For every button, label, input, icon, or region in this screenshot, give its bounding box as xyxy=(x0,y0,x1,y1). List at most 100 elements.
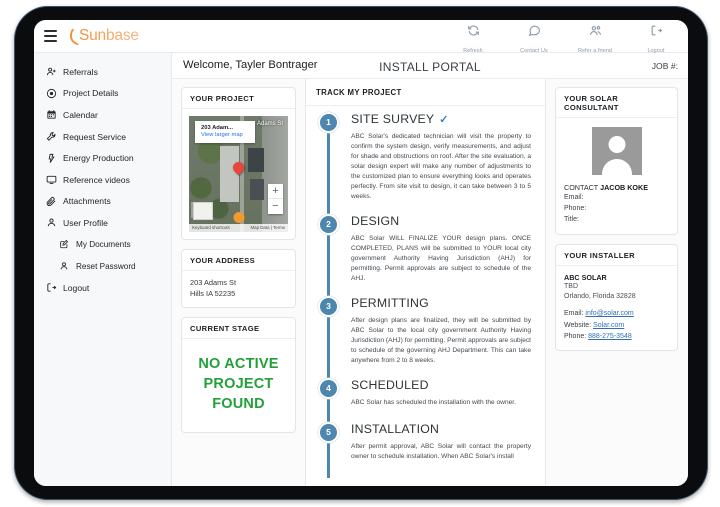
sidebar-item-reference-videos[interactable]: Reference videos xyxy=(34,169,171,191)
your-address-title: YOUR ADDRESS xyxy=(182,250,295,271)
sidebar-item-project-details[interactable]: Project Details xyxy=(34,83,171,105)
track-steps-scroll[interactable]: 1 SITE SURVEY ✓ ABC Solar's dedicated te… xyxy=(306,106,545,478)
job-number-label: JOB #: xyxy=(651,61,678,71)
sidebar-item-label: Reference videos xyxy=(63,174,130,185)
map-address-title: 203 Adam... xyxy=(201,125,234,131)
map-shortcuts-label: Keyboard shortcuts xyxy=(192,225,230,230)
wrench-icon xyxy=(46,131,57,142)
installer-email-row: Email: info@solar.com xyxy=(564,308,669,319)
sidebar-item-label: Referrals xyxy=(63,66,98,77)
map-terms-label: Map Data | Terms xyxy=(250,225,286,230)
user-plus-icon xyxy=(46,66,57,77)
sidebar-item-label: Attachments xyxy=(63,196,111,207)
page-title: INSTALL PORTAL xyxy=(379,60,481,74)
page-header: Welcome, Tayler Bontrager INSTALL PORTAL… xyxy=(172,53,688,79)
step-description: ABC Solar has scheduled the installation… xyxy=(351,399,516,407)
your-project-card: YOUR PROJECT Adams St 203 Adam... View l… xyxy=(181,87,296,240)
step-title-row: DESIGN xyxy=(351,214,531,228)
step-title-row: PERMITTING xyxy=(351,296,531,310)
monitor-icon xyxy=(46,174,57,185)
project-map[interactable]: Adams St 203 Adam... View larger map + − xyxy=(189,116,288,232)
sidebar-item-energy-production[interactable]: Energy Production xyxy=(34,147,171,169)
calendar-icon xyxy=(46,109,57,120)
step-description: After permit approval, ABC Solar will co… xyxy=(351,443,531,461)
step-number-badge: 1 xyxy=(318,112,339,133)
step-title: DESIGN xyxy=(351,214,400,229)
timeline-step: 2 DESIGN ABC Solar WILL FINALIZE YOUR de… xyxy=(306,214,545,284)
user-icon xyxy=(59,261,70,272)
installer-card: YOUR INSTALLER ABC SOLAR TBD Orlando, Fl… xyxy=(555,243,678,352)
app-logo[interactable]: Sunbase xyxy=(70,26,139,45)
sidebar-item-my-documents[interactable]: My Documents xyxy=(34,234,171,256)
step-description: ABC Solar's dedicated technician will vi… xyxy=(351,133,531,201)
step-title: PERMITTING xyxy=(351,296,429,311)
step-number-badge: 3 xyxy=(318,296,339,318)
paperclip-icon xyxy=(46,196,57,207)
map-info-window: 203 Adam... View larger map xyxy=(195,121,255,143)
sidebar-item-label: My Documents xyxy=(76,240,131,250)
sidebar-item-attachments[interactable]: Attachments xyxy=(34,191,171,213)
installer-phone-link[interactable]: 888-275-3548 xyxy=(588,333,632,340)
sidebar-item-label: Calendar xyxy=(63,109,98,120)
sidebar: Referrals Project Details Calendar Reque… xyxy=(34,53,172,486)
map-zoom-out-button[interactable]: − xyxy=(268,199,283,214)
sidebar-item-logout[interactable]: Logout xyxy=(34,277,171,299)
step-title: SCHEDULED xyxy=(351,378,429,393)
target-icon xyxy=(46,88,57,99)
map-zoom-in-button[interactable]: + xyxy=(268,184,283,199)
chat-icon xyxy=(510,24,558,37)
avatar-body-shape xyxy=(601,159,632,175)
timeline-step: 5 INSTALLATION After permit approval, AB… xyxy=(306,422,545,462)
hamburger-icon[interactable] xyxy=(44,30,57,42)
step-description: After design plans are finalized, they w… xyxy=(351,317,531,365)
step-description: ABC Solar WILL FINALIZE YOUR design plan… xyxy=(351,235,531,283)
right-column: YOUR SOLAR CONSULTANT CONTACT JACOB KOKE… xyxy=(546,79,687,486)
check-icon: ✓ xyxy=(439,113,449,126)
view-larger-map-link[interactable]: View larger map xyxy=(201,132,248,138)
installer-email-link[interactable]: info@solar.com xyxy=(585,310,633,317)
consultant-contact-row: CONTACT JACOB KOKE xyxy=(556,183,677,192)
avatar xyxy=(591,127,642,175)
sun-arc-icon xyxy=(70,26,79,45)
installer-company: ABC SOLAR xyxy=(564,272,607,282)
track-my-project-title: TRACK MY PROJECT xyxy=(306,79,545,106)
consultant-name: JACOB KOKE xyxy=(600,183,649,192)
sidebar-item-label: User Profile xyxy=(63,217,108,228)
your-address-body: 203 Adams St Hills IA 52235 xyxy=(182,271,295,307)
avatar-container xyxy=(556,118,677,183)
your-address-card: YOUR ADDRESS 203 Adams St Hills IA 52235 xyxy=(181,249,296,309)
map-provider-logo-icon xyxy=(233,212,244,223)
sidebar-item-calendar[interactable]: Calendar xyxy=(34,104,171,126)
timeline-step: 3 PERMITTING After design plans are fina… xyxy=(306,296,545,366)
people-icon xyxy=(571,24,619,37)
map-thumbnail-toggle[interactable] xyxy=(193,202,213,220)
contact-prefix: CONTACT xyxy=(564,183,599,192)
app-screen: Sunbase Refresh Contact Us Refer a frien… xyxy=(34,20,688,486)
left-column: YOUR PROJECT Adams St 203 Adam... View l… xyxy=(172,79,306,486)
installer-line-3: Orlando, Florida 32828 xyxy=(564,293,636,301)
step-title: INSTALLATION xyxy=(351,422,440,437)
map-road xyxy=(262,116,288,232)
person-avatar-icon xyxy=(608,136,625,153)
step-title-row: INSTALLATION xyxy=(351,422,531,436)
bolt-icon xyxy=(46,153,57,164)
status-badge: NO ACTIVE PROJECT FOUND xyxy=(198,356,279,412)
user-icon xyxy=(46,217,57,228)
installer-website-link[interactable]: Solar.com xyxy=(593,322,624,329)
sidebar-item-user-profile[interactable]: User Profile xyxy=(34,212,171,234)
document-icon xyxy=(59,239,70,250)
installer-body: ABC SOLAR TBD Orlando, Florida 32828 Ema… xyxy=(556,266,677,351)
current-stage-title: CURRENT STAGE xyxy=(182,318,295,340)
installer-website-row: Website: Solar.com xyxy=(564,320,669,331)
map-footer: Keyboard shortcuts Map Data | Terms xyxy=(189,224,288,232)
tablet-device-frame: Sunbase Refresh Contact Us Refer a frien… xyxy=(14,6,708,500)
current-stage-card: CURRENT STAGE NO ACTIVE PROJECT FOUND xyxy=(181,317,296,434)
timeline-step: 4 SCHEDULED ABC Solar has scheduled the … xyxy=(306,378,545,408)
sidebar-item-request-service[interactable]: Request Service xyxy=(34,126,171,148)
installer-title: YOUR INSTALLER xyxy=(556,245,677,266)
sidebar-item-referrals[interactable]: Referrals xyxy=(34,61,171,83)
logout-icon xyxy=(632,24,680,37)
sidebar-item-label: Request Service xyxy=(63,131,127,142)
map-zoom-controls: + − xyxy=(268,184,283,214)
sidebar-item-reset-password[interactable]: Reset Password xyxy=(34,255,171,277)
